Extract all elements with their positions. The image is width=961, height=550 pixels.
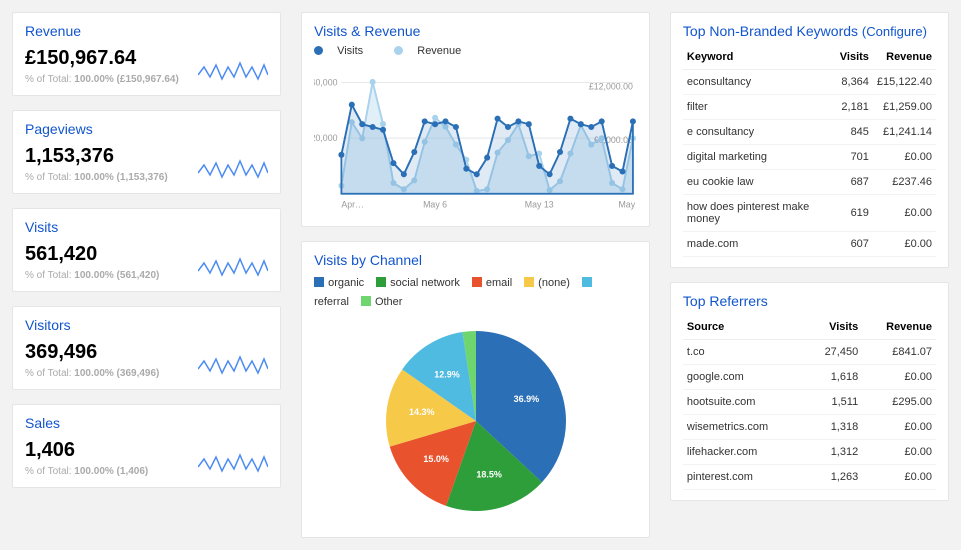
kpi-subtext: % of Total: 100.00% (369,496): [25, 368, 159, 379]
line-legend: Visits Revenue: [314, 45, 637, 57]
kpi-subtext: % of Total: 100.00% (1,406): [25, 466, 148, 477]
table-row[interactable]: hootsuite.com1,511£295.00: [683, 390, 936, 415]
legend-item: Other: [361, 296, 403, 308]
table-row[interactable]: made.com607£0.00: [683, 232, 936, 257]
kpi-value: 1,153,376: [25, 145, 168, 168]
card-title: Top Referrers: [683, 293, 936, 309]
kpi-card-pageviews: Pageviews 1,153,376 % of Total: 100.00% (1…: [12, 110, 281, 194]
kpi-card-visits: Visits 561,420 % of Total: 100.00% (561,42…: [12, 208, 281, 292]
svg-text:36.9%: 36.9%: [513, 394, 539, 404]
table-row[interactable]: google.com1,618£0.00: [683, 365, 936, 390]
svg-text:40,000: 40,000: [314, 77, 338, 87]
dashboard: Revenue £150,967.64 % of Total: 100.00% (£…: [12, 12, 949, 538]
middle-column: Visits & Revenue Visits Revenue 20,000 40…: [301, 12, 650, 538]
kpi-title: Pageviews: [25, 121, 268, 137]
svg-text:18.5%: 18.5%: [476, 470, 502, 480]
col-revenue: Revenue: [873, 45, 936, 70]
swatch-icon: [376, 277, 386, 287]
kpi-card-sales: Sales 1,406 % of Total: 100.00% (1,406): [12, 404, 281, 488]
kpi-subtext: % of Total: 100.00% (561,420): [25, 270, 159, 281]
table-row[interactable]: lifehacker.com1,312£0.00: [683, 440, 936, 465]
visits-revenue-card: Visits & Revenue Visits Revenue 20,000 40…: [301, 12, 650, 227]
card-title: Visits & Revenue: [314, 23, 637, 39]
svg-text:15.0%: 15.0%: [423, 454, 449, 464]
channels-pie-chart[interactable]: 36.9% 18.5% 15.0% 14.3% 12.9%: [376, 321, 576, 521]
table-row[interactable]: digital marketing701£0.00: [683, 145, 936, 170]
svg-text:20,000: 20,000: [314, 133, 338, 143]
kpi-value: 561,420: [25, 243, 159, 266]
legend-item: (none): [524, 277, 570, 289]
table-row[interactable]: pinterest.com1,263£0.00: [683, 465, 936, 490]
keywords-table: Keyword Visits Revenue econsultancy8,364…: [683, 45, 936, 257]
referrers-card: Top Referrers Source Visits Revenue t.co…: [670, 282, 949, 501]
visits-revenue-chart[interactable]: 20,00040,000£6,000.00£12,000.00Apr…May 6…: [314, 63, 637, 213]
sparkline-icon: [198, 449, 268, 477]
kpi-title: Sales: [25, 415, 268, 431]
swatch-icon: [361, 296, 371, 306]
dot-icon: [394, 46, 403, 55]
col-keyword: Keyword: [683, 45, 836, 70]
card-title: Visits by Channel: [314, 252, 637, 268]
card-title: Top Non-Branded Keywords (Configure): [683, 23, 936, 39]
legend-revenue: Revenue: [394, 45, 475, 57]
right-column: Top Non-Branded Keywords (Configure) Key…: [670, 12, 949, 538]
svg-text:May 20: May 20: [619, 199, 637, 209]
col-source: Source: [683, 315, 805, 340]
svg-text:£12,000.00: £12,000.00: [589, 81, 633, 91]
legend-item: social network: [376, 277, 460, 289]
kpi-value: 1,406: [25, 439, 148, 462]
kpi-value: 369,496: [25, 341, 159, 364]
kpi-title: Revenue: [25, 23, 268, 39]
svg-text:May 6: May 6: [423, 199, 447, 209]
kpi-card-visitors: Visitors 369,496 % of Total: 100.00% (369,…: [12, 306, 281, 390]
legend-visits: Visits: [314, 45, 377, 57]
table-row[interactable]: wisemetrics.com1,318£0.00: [683, 415, 936, 440]
kpi-title: Visitors: [25, 317, 268, 333]
swatch-icon: [314, 277, 324, 287]
table-row[interactable]: eu cookie law687£237.46: [683, 170, 936, 195]
kpi-card-revenue: Revenue £150,967.64 % of Total: 100.00% (£…: [12, 12, 281, 96]
kpi-subtext: % of Total: 100.00% (£150,967.64): [25, 74, 179, 85]
swatch-icon: [524, 277, 534, 287]
channels-card: Visits by Channel organic social network e…: [301, 241, 650, 538]
legend-item: organic: [314, 277, 364, 289]
sparkline-icon: [198, 253, 268, 281]
kpi-subtext: % of Total: 100.00% (1,153,376): [25, 172, 168, 183]
kpi-title: Visits: [25, 219, 268, 235]
col-visits: Visits: [805, 315, 862, 340]
pie-legend: organicsocial networkemail(none)referral…: [314, 274, 637, 311]
table-row[interactable]: t.co27,450£841.07: [683, 340, 936, 365]
sparkline-icon: [198, 57, 268, 85]
kpi-value: £150,967.64: [25, 47, 179, 70]
keywords-card: Top Non-Branded Keywords (Configure) Key…: [670, 12, 949, 268]
legend-item: email: [472, 277, 512, 289]
table-row[interactable]: how does pinterest make money619£0.00: [683, 195, 936, 232]
sparkline-icon: [198, 155, 268, 183]
svg-text:12.9%: 12.9%: [434, 370, 460, 380]
swatch-icon: [472, 277, 482, 287]
col-visits: Visits: [836, 45, 873, 70]
sparkline-icon: [198, 351, 268, 379]
table-row[interactable]: econsultancy8,364£15,122.40: [683, 70, 936, 95]
table-row[interactable]: filter2,181£1,259.00: [683, 95, 936, 120]
referrers-table: Source Visits Revenue t.co27,450£841.07g…: [683, 315, 936, 490]
svg-text:Apr…: Apr…: [341, 199, 364, 209]
swatch-icon: [582, 277, 592, 287]
kpi-column: Revenue £150,967.64 % of Total: 100.00% (£…: [12, 12, 281, 538]
dot-icon: [314, 46, 323, 55]
svg-text:14.3%: 14.3%: [408, 408, 434, 418]
configure-link[interactable]: (Configure): [862, 24, 927, 39]
table-row[interactable]: e consultancy845£1,241.14: [683, 120, 936, 145]
svg-text:May 13: May 13: [525, 199, 554, 209]
col-revenue: Revenue: [862, 315, 936, 340]
